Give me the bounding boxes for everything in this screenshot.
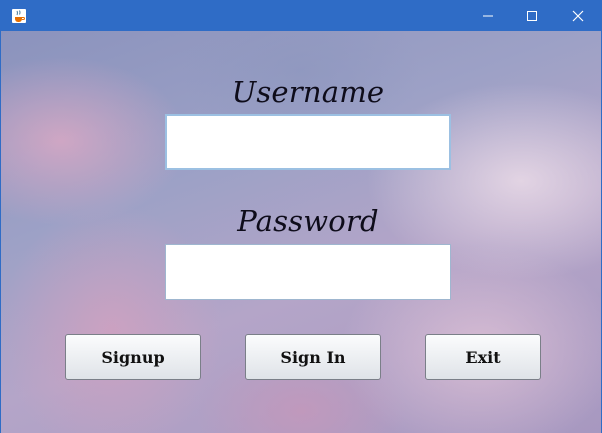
minimize-button[interactable] xyxy=(465,1,511,31)
maximize-button[interactable] xyxy=(509,1,555,31)
sky-background-panel: Username Password Signup Sign In Exit xyxy=(1,31,601,433)
password-input[interactable] xyxy=(165,244,451,300)
password-label: Password xyxy=(237,204,379,238)
login-window: Username Password Signup Sign In Exit xyxy=(0,0,602,433)
title-bar[interactable] xyxy=(1,1,601,31)
close-button[interactable] xyxy=(555,1,601,31)
username-label: Username xyxy=(231,75,385,109)
java-app-icon xyxy=(11,8,27,24)
sign-in-button[interactable]: Sign In xyxy=(245,334,381,380)
close-icon xyxy=(572,10,584,22)
maximize-icon xyxy=(527,11,537,21)
exit-button[interactable]: Exit xyxy=(425,334,541,380)
minimize-icon xyxy=(483,15,493,17)
signup-button[interactable]: Signup xyxy=(65,334,201,380)
username-input[interactable] xyxy=(165,114,451,170)
